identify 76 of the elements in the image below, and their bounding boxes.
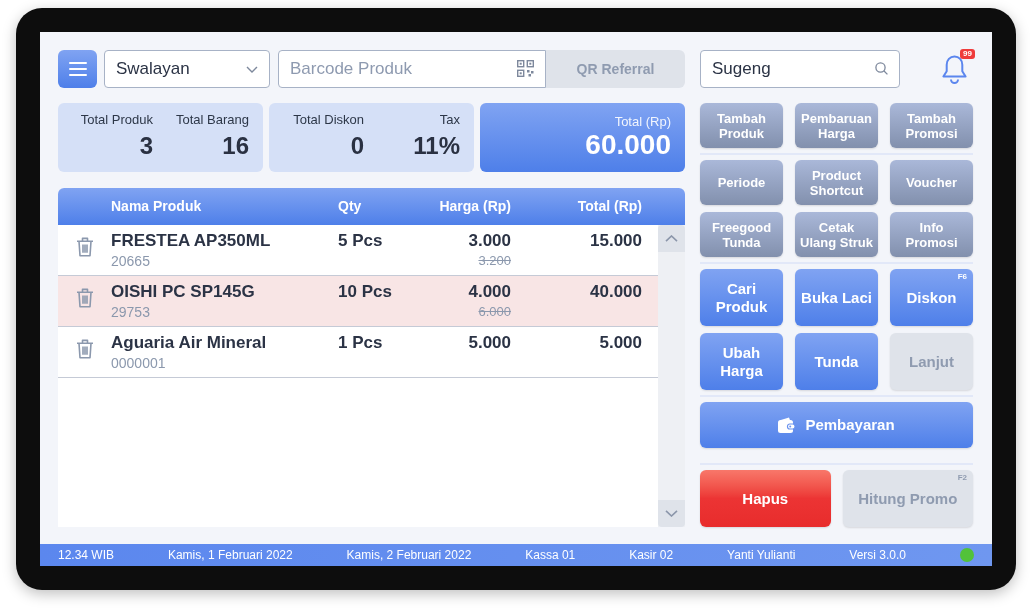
trash-icon[interactable]	[75, 339, 94, 359]
original-price: 3.200	[478, 252, 511, 270]
menu-button[interactable]	[58, 50, 97, 88]
total-label: Total (Rp)	[614, 114, 671, 129]
action-button[interactable]: Pembayaran	[700, 402, 973, 448]
quantity: 5 Pcs	[338, 230, 383, 252]
action-button[interactable]: Pembaruan Harga	[795, 103, 878, 148]
customer-search-field[interactable]: Sugeng	[700, 50, 900, 88]
product-code: 29753	[111, 303, 150, 321]
table-row[interactable]: OISHI PC SP145G 29753 10 Pcs 4.000 6.000 40.000	[58, 276, 658, 327]
store-dropdown[interactable]: Swalayan	[104, 50, 270, 88]
summary-label: Total Diskon	[293, 112, 364, 128]
column-header: Qty	[338, 197, 363, 216]
barcode-field[interactable]: Barcode Produk	[278, 50, 546, 88]
unit-price: 3.000	[468, 230, 511, 252]
quantity: 10 Pcs	[338, 281, 392, 303]
unit-price: 4.000	[468, 281, 511, 303]
unit-price: 5.000	[468, 332, 511, 354]
bell-icon[interactable]	[942, 54, 967, 84]
scroll-up-button[interactable]	[658, 225, 685, 252]
quantity: 1 Pcs	[338, 332, 383, 354]
summary-label: Tax	[439, 112, 460, 128]
status-text: Kamis, 1 Februari 2022	[167, 547, 293, 564]
action-button[interactable]: Hapus	[700, 470, 831, 527]
status-text: 12.34 WIB	[58, 547, 115, 564]
chevron-down-icon	[665, 510, 678, 517]
original-price: 6.000	[478, 303, 511, 321]
search-icon[interactable]	[875, 62, 888, 75]
line-total: 5.000	[599, 332, 642, 354]
product-name: OISHI PC SP145G	[111, 281, 255, 303]
column-header: Nama Produk	[111, 197, 203, 216]
column-header: Harga (Rp)	[438, 197, 511, 216]
wallet-icon	[778, 417, 796, 433]
action-button[interactable]: Tambah Produk	[700, 103, 783, 148]
column-header: Total (Rp)	[576, 197, 642, 216]
menu-icon	[68, 62, 87, 76]
status-text: Kasir 02	[629, 547, 674, 564]
action-button[interactable]: Freegood Tunda	[700, 212, 783, 257]
summary-label: Total Produk	[80, 112, 153, 128]
total-amount: 60.000	[585, 129, 671, 161]
chevron-up-icon	[665, 235, 678, 242]
trash-icon[interactable]	[75, 288, 94, 308]
scrollbar[interactable]	[658, 225, 685, 527]
summary-value: 3	[139, 132, 153, 160]
action-button[interactable]: Tunda	[795, 333, 878, 390]
status-text: Yanti Yulianti	[727, 547, 796, 564]
product-code: 20665	[111, 252, 150, 270]
summary-value: 16	[222, 132, 249, 160]
chevron-down-icon	[246, 65, 258, 73]
summary-label: Total Barang	[176, 112, 249, 128]
action-button[interactable]: Ubah Harga	[700, 333, 783, 390]
summary-value: 11%	[413, 132, 460, 160]
action-button[interactable]: Cetak Ulang Struk	[795, 212, 878, 257]
qr-code-icon[interactable]	[517, 60, 534, 77]
shortcut-label: F2	[957, 473, 967, 483]
scroll-down-button[interactable]	[658, 500, 685, 527]
notification-badge: 99	[960, 48, 975, 59]
product-code: 0000001	[111, 354, 166, 372]
action-button[interactable]: Tambah Promosi	[890, 103, 973, 148]
line-total: 40.000	[590, 281, 642, 303]
action-button[interactable]: Buka Laci	[795, 269, 878, 326]
status-text: Kassa 01	[525, 547, 576, 564]
action-button[interactable]: Periode	[700, 160, 783, 205]
summary-value: 0	[350, 132, 364, 160]
status-text: Kamis, 2 Februari 2022	[346, 547, 472, 564]
action-button[interactable]: Diskon F6	[890, 269, 973, 326]
trash-icon[interactable]	[75, 237, 94, 257]
action-button[interactable]: Info Promosi	[890, 212, 973, 257]
action-button[interactable]: Voucher	[890, 160, 973, 205]
product-name: Aguaria Air Mineral	[111, 332, 267, 354]
action-button[interactable]: Cari Produk	[700, 269, 783, 326]
status-text: Versi 3.0.0	[849, 547, 906, 564]
line-total: 15.000	[590, 230, 642, 252]
product-name: FRESTEA AP350ML	[111, 230, 271, 252]
shortcut-label: F6	[957, 272, 967, 282]
action-button[interactable]: Product Shortcut	[795, 160, 878, 205]
